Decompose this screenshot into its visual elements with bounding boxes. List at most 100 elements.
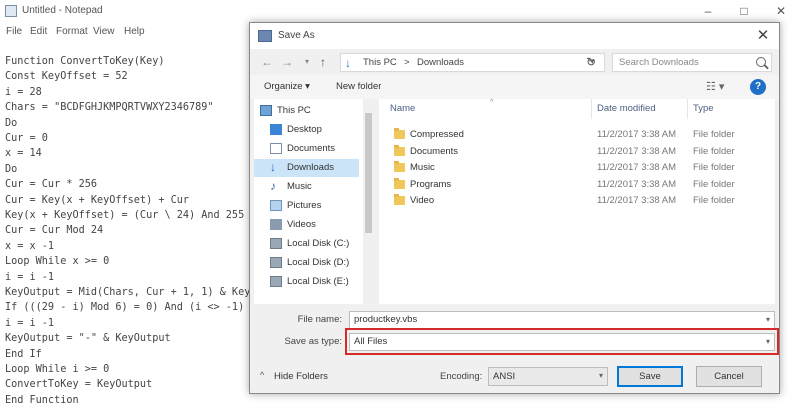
sidebar-item-downloads[interactable]: ↓ Downloads [254, 159, 359, 177]
close-icon[interactable]: ✕ [753, 26, 773, 46]
notepad-icon [5, 5, 17, 17]
download-icon: ↓ [270, 160, 276, 174]
sidebar-item-local-disk-c[interactable]: Local Disk (C:) [254, 235, 359, 253]
sidebar-item-label: Local Disk (E:) [287, 276, 349, 287]
menu-view[interactable]: View [93, 26, 115, 37]
column-header-name[interactable]: Name [390, 103, 415, 114]
column-divider[interactable] [591, 99, 592, 119]
list-item[interactable]: Documents 11/2/2017 3:38 AM File folder [379, 144, 775, 160]
menu-edit[interactable]: Edit [30, 26, 47, 37]
disk-icon [270, 276, 282, 287]
address-bar[interactable]: ↓ This PC > Downloads ▾ [340, 53, 605, 72]
list-item[interactable]: Programs 11/2/2017 3:38 AM File folder [379, 177, 775, 193]
download-icon: ↓ [345, 56, 351, 70]
code-line: Loop While x >= 0 [5, 256, 110, 268]
file-name-field[interactable]: productkey.vbs ▾ [349, 311, 775, 329]
list-item[interactable]: Video 11/2/2017 3:38 AM File folder [379, 193, 775, 209]
sidebar-item-local-disk-e[interactable]: Local Disk (E:) [254, 273, 359, 291]
hide-folders-button[interactable]: ^ Hide Folders [254, 369, 344, 385]
notepad-icon [258, 30, 272, 42]
close-icon[interactable]: ✕ [773, 3, 789, 19]
save-button[interactable]: Save [617, 366, 683, 387]
music-icon: ♪ [270, 179, 276, 193]
chevron-down-icon[interactable]: ▾ [599, 371, 603, 380]
file-name: Documents [410, 145, 459, 157]
code-line: Do [5, 117, 18, 129]
disk-icon [270, 238, 282, 249]
breadcrumb-separator: > [404, 57, 410, 68]
code-line: Cur = Key(x + KeyOffset) + Cur [5, 194, 190, 206]
view-options-icon[interactable]: ☷ ▾ [706, 80, 724, 93]
sidebar-item-label: Documents [287, 143, 336, 154]
encoding-select[interactable]: ANSI ▾ [488, 367, 608, 386]
code-line: i = 28 [5, 86, 42, 98]
chevron-down-icon[interactable]: ▾ [766, 315, 770, 324]
sidebar-item-music[interactable]: ♪ Music [254, 178, 359, 196]
chevron-down-icon[interactable]: ▾ [300, 55, 314, 69]
back-arrow-icon[interactable]: ← [260, 55, 274, 69]
hide-folders-label: Hide Folders [274, 371, 328, 382]
maximize-icon[interactable]: □ [736, 3, 752, 19]
address-row: ← → ▾ ↑ ↓ This PC > Downloads ▾ ↻ Search… [250, 49, 779, 75]
file-type: File folder [693, 178, 735, 190]
breadcrumb-this-pc[interactable]: This PC [363, 57, 397, 68]
refresh-icon[interactable]: ↻ [586, 55, 596, 69]
cancel-button[interactable]: Cancel [696, 366, 762, 387]
menu-help[interactable]: Help [124, 26, 145, 37]
code-line: End If [5, 348, 42, 360]
sidebar-item-label: Pictures [287, 200, 322, 211]
forward-arrow-icon[interactable]: → [280, 55, 294, 69]
sidebar-item-label: Videos [287, 219, 316, 230]
code-line: i = i -1 [5, 317, 55, 329]
command-bar: Organize ▾ New folder ☷ ▾ ? [250, 75, 779, 99]
nav-scrollbar-thumb[interactable] [365, 113, 372, 233]
code-line: ConvertToKey = KeyOutput [5, 379, 153, 391]
file-type: File folder [693, 145, 735, 157]
breadcrumb-downloads[interactable]: Downloads [417, 57, 464, 68]
code-line: If (((29 - i) Mod 6) = 0) And (i <> -1) … [5, 302, 253, 314]
code-line: KeyOutput = "-" & KeyOutput [5, 333, 171, 345]
search-input[interactable]: Search Downloads [612, 53, 772, 72]
list-item[interactable]: Compressed 11/2/2017 3:38 AM File folder [379, 127, 775, 143]
file-name: Music [410, 162, 435, 173]
code-line: Cur = 0 [5, 133, 48, 144]
file-type: File folder [693, 129, 735, 140]
sidebar-item-local-disk-d[interactable]: Local Disk (D:) [254, 254, 359, 272]
file-type: File folder [693, 162, 735, 173]
desktop-icon [270, 124, 282, 135]
code-line: Const KeyOffset = 52 [5, 71, 128, 83]
nav-scrollbar[interactable] [363, 99, 374, 304]
folder-icon [394, 177, 405, 189]
pictures-icon [270, 200, 282, 211]
list-item[interactable]: Music 11/2/2017 3:38 AM File folder [379, 160, 775, 176]
code-line: End Function [5, 394, 79, 406]
column-header-type[interactable]: Type [693, 103, 714, 114]
sidebar-item-videos[interactable]: Videos [254, 216, 359, 234]
computer-icon [260, 105, 272, 116]
up-arrow-icon[interactable]: ↑ [316, 55, 330, 69]
organize-button[interactable]: Organize ▾ [264, 81, 310, 92]
column-divider[interactable] [687, 99, 688, 119]
file-date: 11/2/2017 3:38 AM [597, 162, 677, 173]
menu-format[interactable]: Format [56, 26, 88, 37]
encoding-value: ANSI [493, 371, 516, 382]
notepad-editor[interactable]: Function ConvertToKey(Key) Const KeyOffse… [3, 42, 253, 410]
new-folder-button[interactable]: New folder [336, 81, 381, 92]
sidebar-item-documents[interactable]: Documents [254, 140, 359, 158]
search-placeholder: Search Downloads [619, 57, 699, 68]
sidebar-item-label: Downloads [287, 162, 334, 173]
minimize-icon[interactable]: – [700, 3, 716, 19]
help-icon[interactable]: ? [750, 79, 766, 95]
sidebar-item-desktop[interactable]: Desktop [254, 121, 359, 139]
file-date: 11/2/2017 3:38 AM [597, 195, 677, 206]
notepad-titlebar: Untitled - Notepad – □ ✕ [0, 0, 800, 22]
folder-icon [394, 161, 405, 172]
column-header-date[interactable]: Date modified [597, 103, 656, 114]
chevron-up-icon: ^ [260, 370, 265, 380]
code-line: Chars = "BCDFGHJKMPQRTVWXY2346789" [5, 102, 214, 114]
sidebar-item-label: Desktop [287, 124, 322, 135]
sidebar-item-this-pc[interactable]: This PC [254, 102, 359, 120]
menu-file[interactable]: File [6, 26, 22, 37]
file-date: 11/2/2017 3:38 AM [597, 178, 677, 190]
sidebar-item-pictures[interactable]: Pictures [254, 197, 359, 215]
